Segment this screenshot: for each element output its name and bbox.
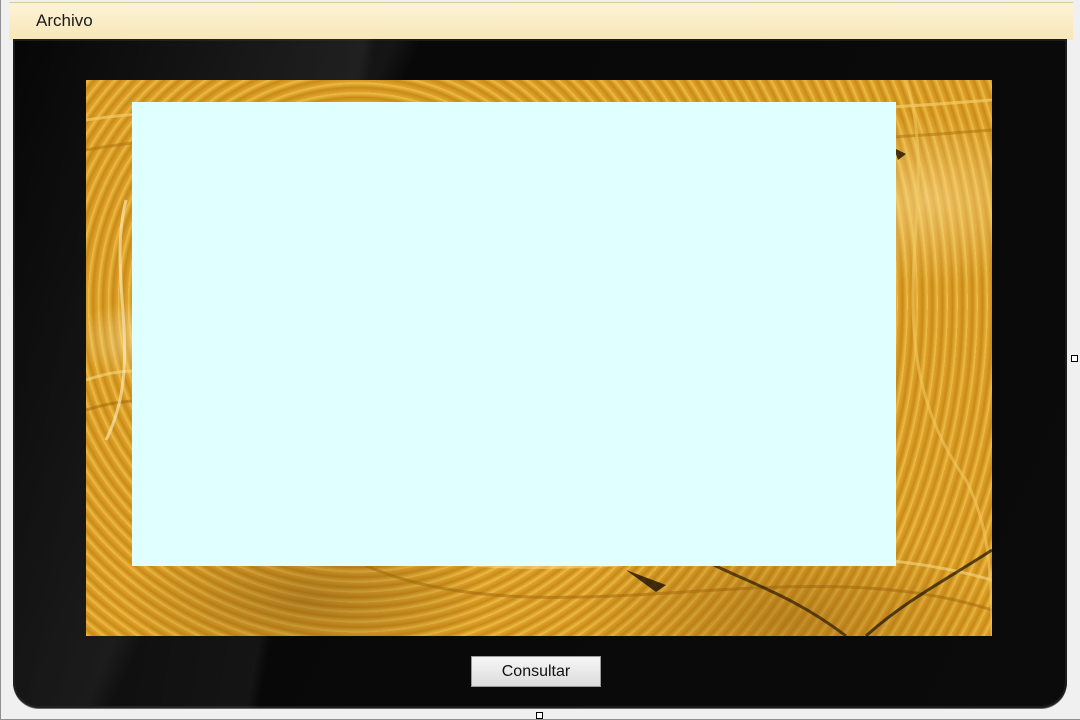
resize-handle-bottom[interactable] xyxy=(536,712,543,719)
menu-archivo[interactable]: Archivo xyxy=(33,10,96,32)
form-window: Archivo Consultar xyxy=(0,0,1080,720)
content-panel xyxy=(132,102,896,566)
consultar-button[interactable]: Consultar xyxy=(471,656,601,687)
menu-bar: Archivo xyxy=(9,2,1073,40)
resize-handle-right[interactable] xyxy=(1071,355,1078,362)
